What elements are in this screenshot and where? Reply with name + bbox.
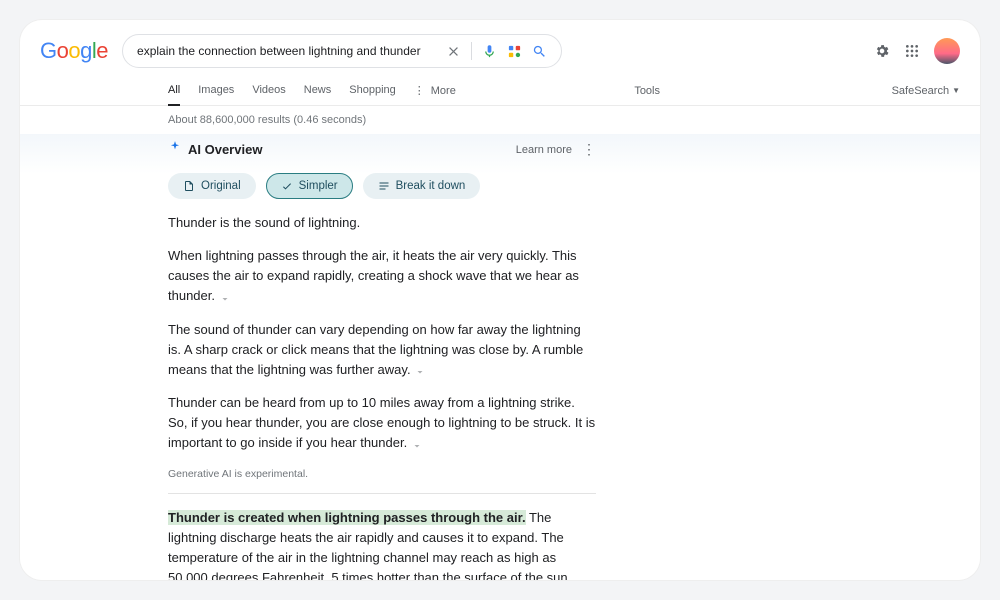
google-logo[interactable]: Google <box>40 38 108 64</box>
gear-icon[interactable] <box>874 43 890 59</box>
chevron-down-icon[interactable] <box>411 438 423 450</box>
result-stats: About 88,600,000 results (0.46 seconds) <box>20 106 980 134</box>
apps-icon[interactable] <box>904 43 920 59</box>
tools-button[interactable]: Tools <box>634 85 660 97</box>
tab-shopping[interactable]: Shopping <box>349 76 396 105</box>
ai-paragraph: Thunder can be heard from up to 10 miles… <box>168 393 596 453</box>
ai-paragraph: Thunder is the sound of lightning. <box>168 213 596 233</box>
chip-break-down[interactable]: Break it down <box>363 173 481 199</box>
tab-images[interactable]: Images <box>198 76 234 105</box>
tab-videos[interactable]: Videos <box>252 76 285 105</box>
sparkle-icon <box>168 140 182 159</box>
search-input[interactable] <box>137 44 436 58</box>
search-box[interactable] <box>122 34 562 68</box>
chevron-down-icon[interactable] <box>414 364 426 376</box>
overflow-menu[interactable]: ⋮ <box>582 141 596 158</box>
safesearch-menu[interactable]: SafeSearch▼ <box>892 85 960 97</box>
ai-overview-title: AI Overview <box>188 142 262 157</box>
more-menu[interactable]: ⋮More <box>414 84 456 97</box>
avatar[interactable] <box>934 38 960 64</box>
search-icon[interactable] <box>532 44 547 59</box>
chip-simpler[interactable]: Simpler <box>266 173 353 199</box>
learn-more-link[interactable]: Learn more <box>516 144 572 156</box>
featured-snippet: Thunder is created when lightning passes… <box>168 508 596 580</box>
lens-icon[interactable] <box>507 44 522 59</box>
chip-original[interactable]: Original <box>168 173 256 199</box>
ai-paragraph: When lightning passes through the air, i… <box>168 246 596 306</box>
mic-icon[interactable] <box>482 44 497 59</box>
clear-icon[interactable] <box>446 44 461 59</box>
tab-all[interactable]: All <box>168 76 180 106</box>
chevron-down-icon[interactable] <box>219 291 231 303</box>
ai-paragraph: The sound of thunder can vary depending … <box>168 320 596 380</box>
tab-news[interactable]: News <box>304 76 332 105</box>
ai-disclaimer: Generative AI is experimental. <box>168 466 596 482</box>
